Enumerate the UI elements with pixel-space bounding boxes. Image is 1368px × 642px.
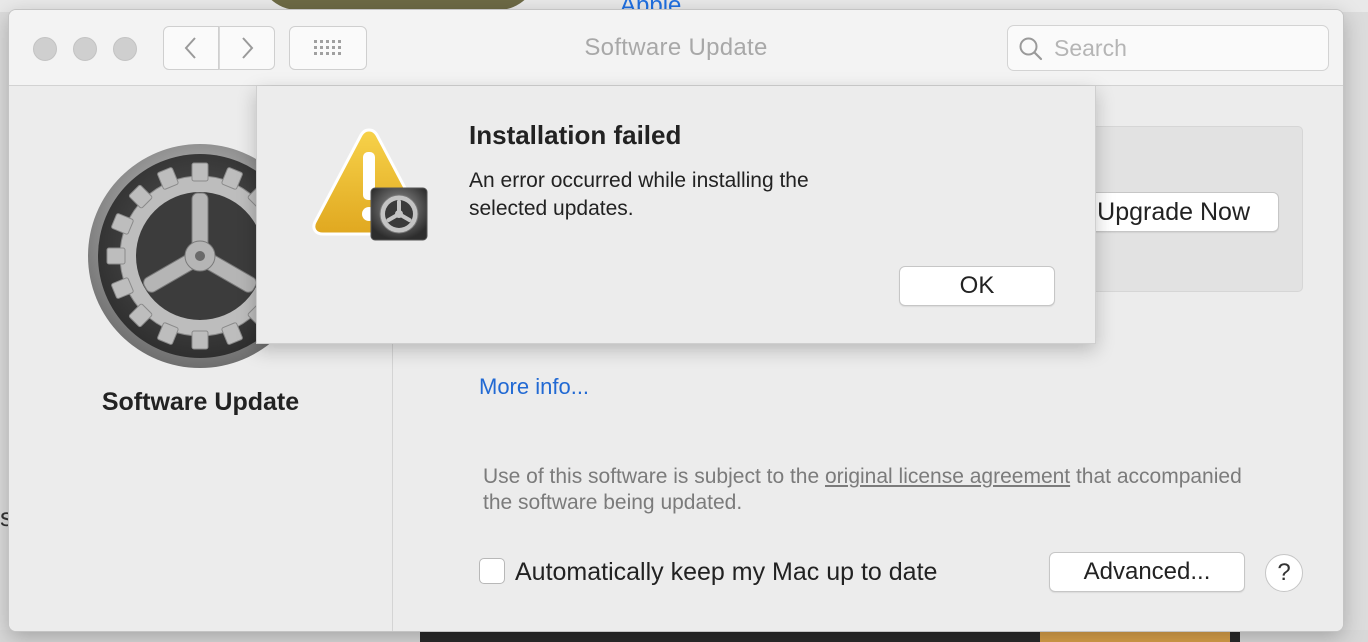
search-field[interactable] <box>1007 25 1329 71</box>
background-window-accent <box>1040 630 1230 642</box>
help-button[interactable]: ? <box>1265 554 1303 592</box>
alert-message: An error occurred while installing the s… <box>469 169 809 220</box>
search-input[interactable] <box>1052 33 1316 63</box>
auto-update-checkbox[interactable] <box>479 558 505 584</box>
error-alert-sheet: Installation failed An error occurred wh… <box>256 86 1096 344</box>
ok-button[interactable]: OK <box>899 266 1055 306</box>
advanced-button[interactable]: Advanced... <box>1049 552 1245 592</box>
license-text: Use of this software is subject to the o… <box>483 464 1243 516</box>
background-window-image <box>258 0 538 10</box>
sidebar-title: Software Update <box>101 388 300 416</box>
more-info-link[interactable]: More info... <box>479 374 589 400</box>
title-bar: Software Update <box>9 10 1343 86</box>
alert-title: Installation failed <box>469 120 682 150</box>
license-prefix: Use of this software is subject to the <box>483 465 825 488</box>
auto-update-label[interactable]: Automatically keep my Mac up to date <box>515 558 937 587</box>
warning-icon <box>312 128 428 241</box>
license-agreement-link[interactable]: original license agreement <box>825 465 1070 488</box>
search-icon <box>1019 37 1043 61</box>
